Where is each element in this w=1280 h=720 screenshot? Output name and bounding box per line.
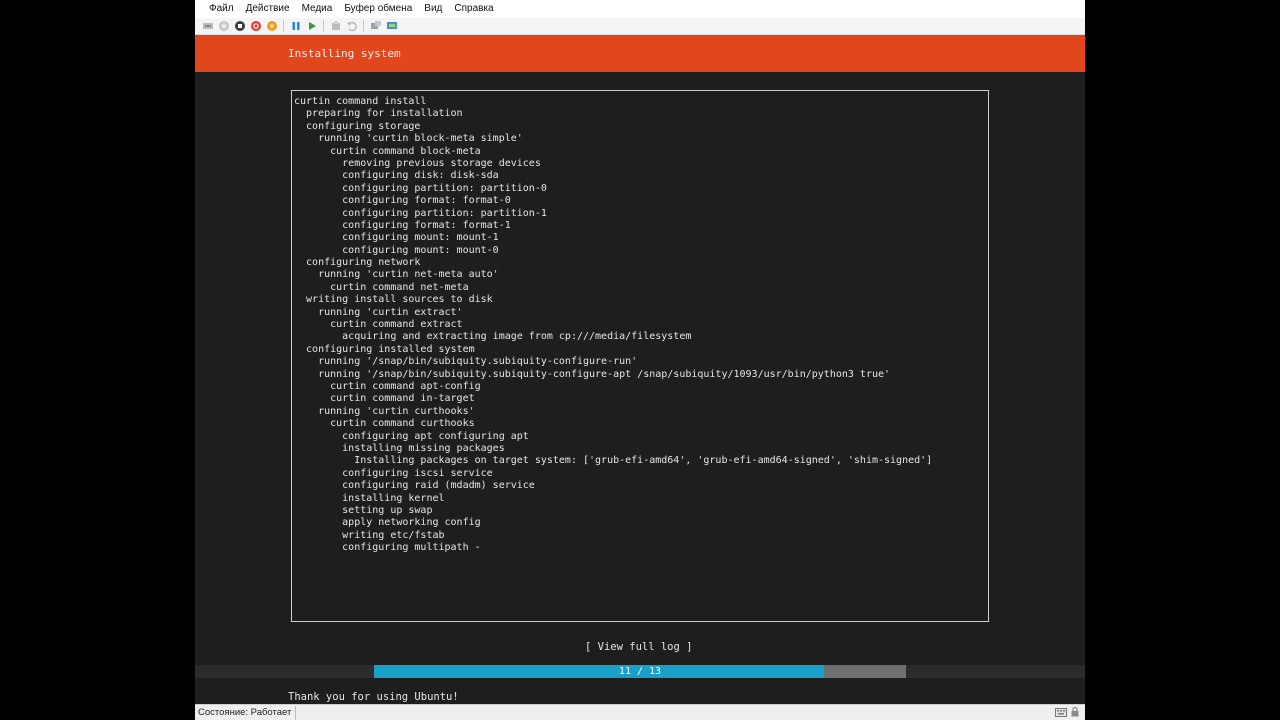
log-line: curtin command block-meta bbox=[294, 145, 481, 157]
menu-clipboard[interactable]: Буфер обмена bbox=[338, 0, 418, 18]
toolbar bbox=[195, 18, 1085, 35]
enhanced-session-icon[interactable] bbox=[385, 20, 398, 33]
log-line: configuring iscsi service bbox=[294, 467, 493, 479]
menu-view[interactable]: Вид bbox=[418, 0, 448, 18]
log-line: configuring mount: mount-0 bbox=[294, 244, 499, 256]
progress-bar: 11 / 13 bbox=[374, 665, 906, 678]
log-line: curtin command curthooks bbox=[294, 418, 475, 430]
log-line: curtin command in-target bbox=[294, 393, 475, 405]
revert-icon[interactable] bbox=[345, 20, 358, 33]
log-line: configuring installed system bbox=[294, 343, 475, 355]
log-line: configuring raid (mdadm) service bbox=[294, 480, 535, 492]
turn-off-icon[interactable] bbox=[233, 20, 246, 33]
log-line: configuring disk: disk-sda bbox=[294, 170, 499, 182]
log-line: configuring storage bbox=[294, 120, 421, 132]
log-line: configuring format: format-1 bbox=[294, 219, 511, 231]
log-line: curtin command net-meta bbox=[294, 281, 469, 293]
log-line: configuring mount: mount-1 bbox=[294, 232, 499, 244]
log-line: running '/snap/bin/subiquity.subiquity-c… bbox=[294, 356, 638, 368]
log-line: curtin command apt-config bbox=[294, 380, 481, 392]
view-full-log-button[interactable]: [ View full log ] bbox=[585, 640, 692, 654]
status-icons bbox=[1055, 706, 1079, 720]
log-line: installing missing packages bbox=[294, 442, 505, 454]
log-line: setting up swap bbox=[294, 504, 433, 516]
log-line: configuring partition: partition-0 bbox=[294, 182, 547, 194]
menu-bar: Файл Действие Медиа Буфер обмена Вид Спр… bbox=[195, 0, 1085, 18]
log-line: writing etc/fstab bbox=[294, 529, 445, 541]
log-line: acquiring and extracting image from cp:/… bbox=[294, 331, 692, 343]
share-icon[interactable] bbox=[369, 20, 382, 33]
log-line: preparing for installation bbox=[294, 108, 463, 120]
pause-icon[interactable] bbox=[289, 20, 302, 33]
log-line: configuring apt configuring apt bbox=[294, 430, 529, 442]
log-line: curtin command extract bbox=[294, 319, 463, 331]
menu-help[interactable]: Справка bbox=[448, 0, 499, 18]
ctrl-alt-del-icon[interactable] bbox=[201, 20, 214, 33]
log-line: writing install sources to disk bbox=[294, 294, 493, 306]
lock-icon bbox=[1071, 706, 1079, 720]
log-line: running 'curtin curthooks' bbox=[294, 405, 475, 417]
toolbar-separator bbox=[283, 20, 284, 32]
menu-action[interactable]: Действие bbox=[240, 0, 296, 18]
installer-header: Installing system bbox=[195, 35, 1085, 72]
log-line: configuring partition: partition-1 bbox=[294, 207, 547, 219]
footer-message: Thank you for using Ubuntu! bbox=[288, 691, 459, 703]
log-line: configuring network bbox=[294, 257, 421, 269]
install-log-panel[interactable]: curtin command install preparing for ins… bbox=[291, 90, 989, 622]
status-bar: Состояние: Работает bbox=[195, 704, 1085, 720]
log-line: configuring format: format-0 bbox=[294, 195, 511, 207]
checkpoint-icon[interactable] bbox=[329, 20, 342, 33]
toolbar-separator bbox=[363, 20, 364, 32]
toolbar-separator bbox=[323, 20, 324, 32]
log-line: installing kernel bbox=[294, 492, 445, 504]
log-line: apply networking config bbox=[294, 517, 481, 529]
page-title: Installing system bbox=[288, 47, 401, 60]
keyboard-icon bbox=[1055, 707, 1067, 720]
shutdown-icon[interactable] bbox=[249, 20, 262, 33]
log-line: running 'curtin extract' bbox=[294, 306, 463, 318]
progress-label: 11 / 13 bbox=[618, 666, 662, 677]
menu-file[interactable]: Файл bbox=[203, 0, 240, 18]
log-line: Installing packages on target system: ['… bbox=[294, 455, 933, 467]
start-icon[interactable] bbox=[217, 20, 230, 33]
vm-connection-window: Файл Действие Медиа Буфер обмена Вид Спр… bbox=[195, 0, 1085, 720]
log-line: configuring multipath - bbox=[294, 542, 481, 554]
log-line: curtin command install bbox=[294, 96, 427, 107]
menu-media[interactable]: Медиа bbox=[296, 0, 339, 18]
log-line: running 'curtin net-meta auto' bbox=[294, 269, 499, 281]
progress-strip: 11 / 13 bbox=[195, 665, 1085, 678]
log-list: curtin command install preparing for ins… bbox=[294, 96, 988, 554]
save-icon[interactable] bbox=[265, 20, 278, 33]
log-line: removing previous storage devices bbox=[294, 157, 541, 169]
status-text: Состояние: Работает bbox=[195, 705, 297, 720]
log-line: running '/snap/bin/subiquity.subiquity-c… bbox=[294, 368, 891, 380]
log-line: running 'curtin block-meta simple' bbox=[294, 133, 523, 145]
resume-icon[interactable] bbox=[305, 20, 318, 33]
